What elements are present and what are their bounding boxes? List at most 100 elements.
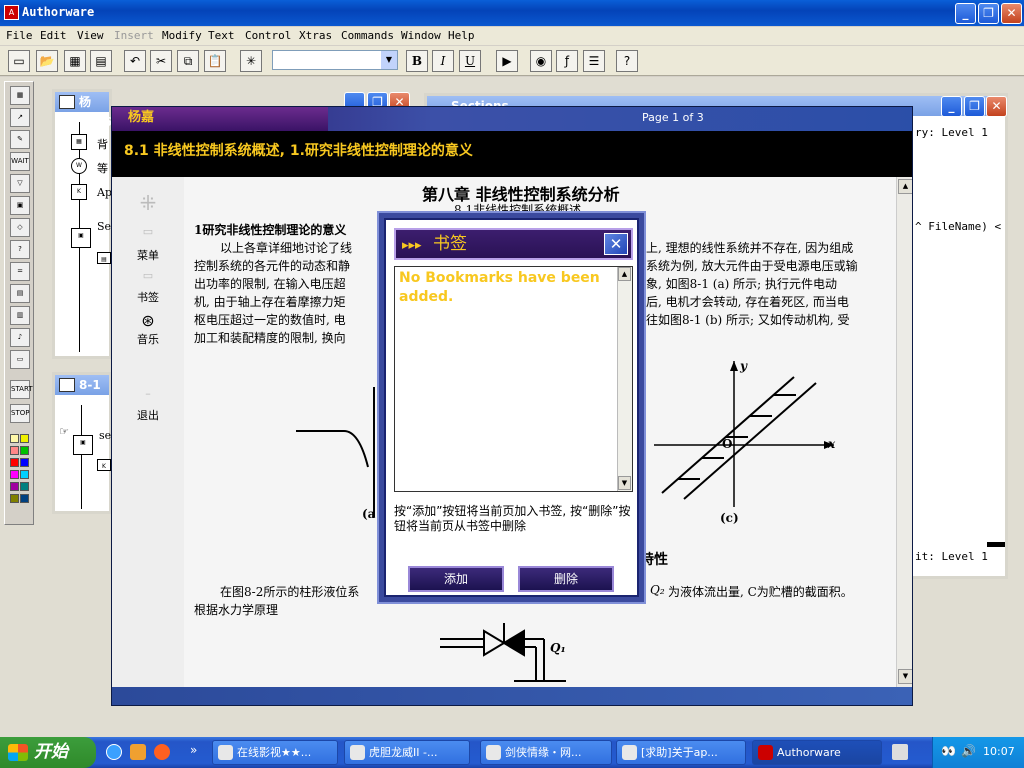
keyboard-icon[interactable] — [892, 744, 908, 760]
color-swatch[interactable] — [10, 494, 19, 503]
wait-icon[interactable]: WAIT — [10, 152, 30, 171]
color-swatch[interactable] — [20, 434, 29, 443]
help-pointer-icon[interactable]: ? — [616, 50, 638, 72]
run-icon[interactable]: ▶ — [496, 50, 518, 72]
decision-icon[interactable]: ◇ — [10, 218, 30, 237]
map-icon[interactable]: ▤ — [97, 252, 111, 264]
taskbar-item[interactable]: 在线影视★★... — [212, 740, 338, 765]
color-swatch[interactable] — [10, 482, 19, 491]
variables-icon[interactable]: ☰ — [583, 50, 605, 72]
delete-bookmark-button[interactable]: 删除 — [518, 566, 614, 592]
paste-icon[interactable]: 📋 — [204, 50, 226, 72]
color-swatch[interactable] — [20, 470, 29, 479]
menu-text[interactable]: Text — [208, 29, 235, 42]
menu-view[interactable]: View — [77, 29, 104, 42]
taskbar-item[interactable]: [求助]关于ap... — [616, 740, 746, 765]
start-button[interactable]: 开始 — [0, 737, 96, 768]
menu-edit[interactable]: Edit — [40, 29, 67, 42]
scrollbar-thumb[interactable] — [987, 542, 1005, 547]
dialog-close-button[interactable]: ✕ — [604, 233, 628, 255]
color-swatch[interactable] — [10, 446, 19, 455]
menu-modify[interactable]: Modify — [162, 29, 202, 42]
underline-button[interactable]: U — [459, 50, 481, 72]
open-folder-icon[interactable]: 📂 — [36, 50, 58, 72]
maximize-button[interactable]: ❐ — [978, 3, 999, 24]
menu-commands[interactable]: Commands — [341, 29, 394, 42]
framework-icon[interactable]: ▣ — [10, 196, 30, 215]
cut-icon[interactable]: ✂ — [150, 50, 172, 72]
menu-control[interactable]: Control — [245, 29, 291, 42]
speaker-icon[interactable]: 🔊 — [961, 744, 976, 758]
taskbar-item[interactable]: 剑侠情缘・网... — [480, 740, 612, 765]
clock[interactable]: 10:07 — [983, 745, 1015, 758]
map-icon[interactable]: ▤ — [10, 284, 30, 303]
bookmark-list[interactable]: No Bookmarks have been added. ▲ ▼ — [394, 266, 633, 492]
color-swatch[interactable] — [10, 470, 19, 479]
save-all-icon[interactable]: ▦ — [64, 50, 86, 72]
movie-icon[interactable]: ▥ — [10, 306, 30, 325]
italic-button[interactable]: I — [432, 50, 454, 72]
motion-icon[interactable]: ↗ — [10, 108, 30, 127]
stop-flag-icon[interactable]: STOP — [10, 404, 30, 423]
calculation-icon[interactable]: K — [97, 459, 111, 471]
color-swatch[interactable] — [20, 446, 29, 455]
display-icon[interactable]: ▦ — [10, 86, 30, 105]
control-panel-icon[interactable]: ◉ — [530, 50, 552, 72]
media-player-icon[interactable] — [154, 744, 170, 760]
wait-icon[interactable]: W — [71, 158, 87, 174]
erase-icon[interactable]: ✎ — [10, 130, 30, 149]
bookmark-list-scrollbar[interactable]: ▲ ▼ — [617, 267, 632, 491]
side-menu-item[interactable]: 退出 — [112, 407, 184, 423]
taskbar-item-authorware[interactable]: Authorware — [752, 740, 882, 765]
color-swatch[interactable] — [10, 434, 19, 443]
calculation-icon[interactable]: = — [10, 262, 30, 281]
chevron-icon[interactable]: » — [190, 743, 197, 757]
menu-xtras[interactable]: Xtras — [299, 29, 332, 42]
side-menu-item[interactable]: 音乐 — [112, 331, 184, 347]
color-swatch[interactable] — [20, 494, 29, 503]
close-button[interactable]: ✕ — [986, 96, 1007, 117]
font-select[interactable]: ▼ — [272, 50, 398, 70]
side-menu-item[interactable]: 菜单 — [112, 247, 184, 263]
import-icon[interactable]: ▤ — [90, 50, 112, 72]
framework-icon[interactable]: ▣ — [71, 228, 91, 248]
navigation-arrows-icon[interactable]: ⁜ — [112, 191, 184, 215]
sound-icon[interactable]: ♪ — [10, 328, 30, 347]
start-flag-icon[interactable]: START — [10, 380, 33, 399]
eyes-icon[interactable]: 👀 — [941, 744, 956, 758]
close-button[interactable]: ✕ — [1001, 3, 1022, 24]
copy-icon[interactable]: ⧉ — [177, 50, 199, 72]
menu-window[interactable]: Window — [401, 29, 441, 42]
color-swatch[interactable] — [20, 482, 29, 491]
ie-icon[interactable] — [106, 744, 122, 760]
scroll-up-icon[interactable]: ▲ — [898, 179, 912, 194]
find-icon[interactable]: ✳ — [240, 50, 262, 72]
menu-insert[interactable]: Insert — [114, 29, 154, 42]
music-icon[interactable]: ⊛ — [112, 311, 184, 330]
color-swatch[interactable] — [20, 458, 29, 467]
maximize-button[interactable]: ❐ — [964, 96, 985, 117]
document-scrollbar[interactable]: ▲ ▼ — [896, 177, 912, 687]
new-file-icon[interactable]: ▭ — [8, 50, 30, 72]
minimize-button[interactable]: _ — [941, 96, 962, 117]
bold-button[interactable]: B — [406, 50, 428, 72]
scroll-down-icon[interactable]: ▼ — [618, 476, 631, 490]
functions-icon[interactable]: ƒ — [556, 50, 578, 72]
scroll-down-icon[interactable]: ▼ — [898, 669, 912, 684]
undo-icon[interactable]: ↶ — [124, 50, 146, 72]
taskbar-item[interactable]: 虎胆龙威II -... — [344, 740, 470, 765]
design-window[interactable]: 杨嘉.a6p ▦ W K ▣ ▤ 背 等 Ap Se — [52, 89, 121, 359]
calculation-icon[interactable]: K — [71, 184, 87, 200]
framework-icon[interactable]: ▣ — [73, 435, 93, 455]
quick-launch-icon[interactable] — [130, 744, 146, 760]
menu-file[interactable]: File — [6, 29, 33, 42]
design-window-2[interactable]: 8-1 ▣ K se ☞ — [52, 372, 112, 514]
menu-help[interactable]: Help — [448, 29, 475, 42]
side-menu-item[interactable]: 书签 — [112, 289, 184, 305]
color-swatch[interactable] — [10, 458, 19, 467]
scroll-up-icon[interactable]: ▲ — [618, 267, 631, 281]
navigate-icon[interactable]: ▽ — [10, 174, 30, 193]
chevron-down-icon[interactable]: ▼ — [381, 51, 397, 69]
video-icon[interactable]: ▭ — [10, 350, 30, 369]
interaction-icon[interactable]: ? — [10, 240, 30, 259]
